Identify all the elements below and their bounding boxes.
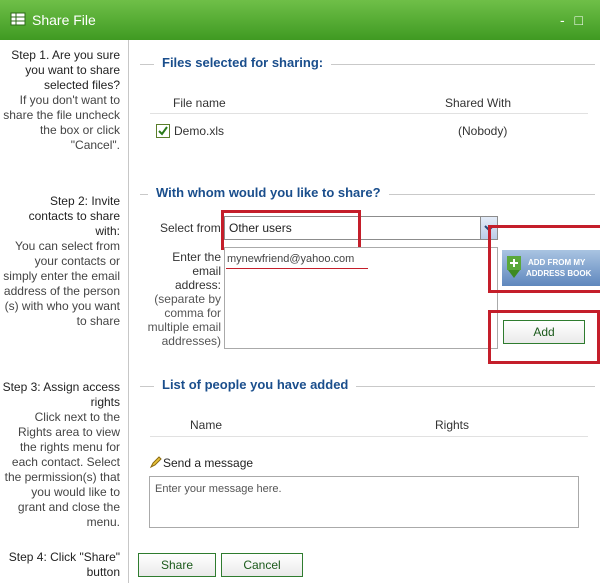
people-header-divider [150,436,588,437]
file-checkbox[interactable] [156,124,170,138]
step-3: Step 3: Assign access rights Click next … [2,380,120,530]
checkmark-icon [158,126,168,136]
step-4: Step 4: Click "Share" button [2,550,120,580]
step-4-title: Step 4: Click "Share" button [8,550,120,579]
message-placeholder: Enter your message here. [155,483,282,495]
message-textarea[interactable]: Enter your message here. [149,476,579,528]
step-1: Step 1. Are you sure you want to share s… [2,48,120,153]
email-label-text: Enter the email address: [172,250,221,292]
files-header-divider [150,113,588,114]
select-highlight-box [221,210,361,250]
people-legend: List of people you have added [154,377,357,392]
email-label: Enter the email address: (separate by co… [145,250,221,348]
title-bar: Share File - □ [0,0,600,40]
step-3-text: Click next to the Rights area to view th… [4,410,120,529]
window-controls[interactable]: - □ [560,12,586,28]
pencil-icon [149,456,162,469]
step-1-text: If you don't want to share the file unch… [3,93,120,152]
steps-column: Step 1. Are you sure you want to share s… [0,40,129,583]
select-from-label: Select from: [160,221,225,235]
email-hint: (separate by comma for multiple email ad… [147,292,221,348]
col-rights: Rights [435,418,470,432]
address-book-line1: ADD FROM MY [528,258,586,267]
step-2: Step 2: Invite contacts to share with: Y… [2,194,120,329]
cancel-button[interactable]: Cancel [221,553,303,577]
shared-with-cell: (Nobody) [458,124,508,138]
add-button[interactable]: Add [503,320,585,344]
col-file-name: File name [173,96,226,110]
send-message-text: Send a message [163,456,254,470]
green-plus-arrow-icon [507,256,521,278]
step-3-title: Step 3: Assign access rights [2,380,120,409]
step-2-title: Step 2: Invite contacts to share with: [28,194,120,238]
files-legend: Files selected for sharing: [154,55,332,70]
email-value: mynewfriend@yahoo.com [227,253,355,265]
add-from-address-book-button[interactable]: ADD FROM MY ADDRESS BOOK [502,250,600,286]
share-file-icon [10,12,26,26]
send-message-label[interactable]: Send a message [149,455,253,470]
address-book-line2: ADDRESS BOOK [526,269,592,278]
email-underline [226,268,368,269]
step-1-title: Step 1. Are you sure you want to share s… [11,48,120,92]
col-name: Name [190,418,223,432]
share-legend: With whom would you like to share? [148,185,389,200]
share-button[interactable]: Share [138,553,216,577]
col-shared-with: Shared With [445,96,512,110]
window-title: Share File [32,12,96,28]
step-2-text: You can select from your contacts or sim… [3,239,120,328]
file-name-cell: Demo.xls [174,124,225,138]
